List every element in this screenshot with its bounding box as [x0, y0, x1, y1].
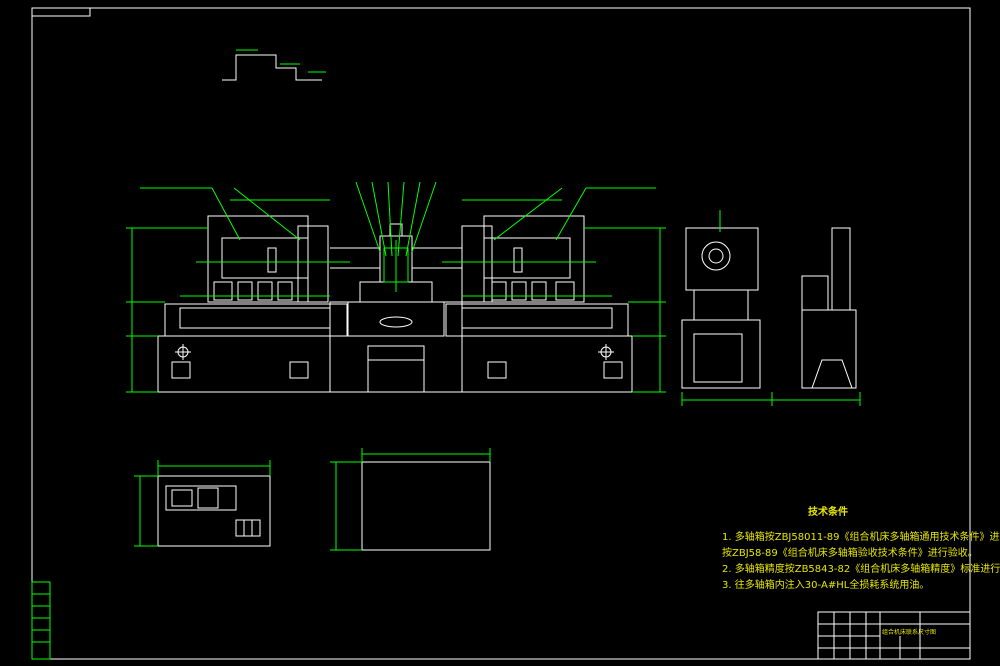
notes-title: 技术条件 [808, 507, 848, 518]
workpiece [383, 240, 409, 292]
note-line-4: 3. 往多轴箱内注入30-A#HL全损耗系统用油。 [722, 580, 930, 591]
technical-notes: 技术条件 1. 多轴箱按ZBJ58011-89《组合机床多轴箱通用技术条件》进行… [722, 505, 1000, 594]
note-line-2: 按ZBJ58-89《组合机床多轴箱验收技术条件》进行验收。 [722, 548, 978, 559]
drawing-name: 组合机床联系尺寸图 [882, 629, 937, 636]
plan-view-motor [157, 475, 271, 547]
note-line-3: 2. 多轴箱精度按ZB5843-82《组合机床多轴箱精度》标准进行检验。 [722, 564, 1000, 575]
revision-strip [31, 581, 51, 660]
front-view [157, 215, 633, 393]
side-dimensions [681, 210, 861, 406]
side-view [681, 227, 857, 389]
box-view [361, 461, 491, 551]
process-sketch [222, 49, 326, 81]
box-dims [330, 448, 491, 551]
plan-view-dims [134, 460, 271, 547]
note-line-1: 1. 多轴箱按ZBJ58011-89《组合机床多轴箱通用技术条件》进行制造, [722, 532, 1000, 543]
